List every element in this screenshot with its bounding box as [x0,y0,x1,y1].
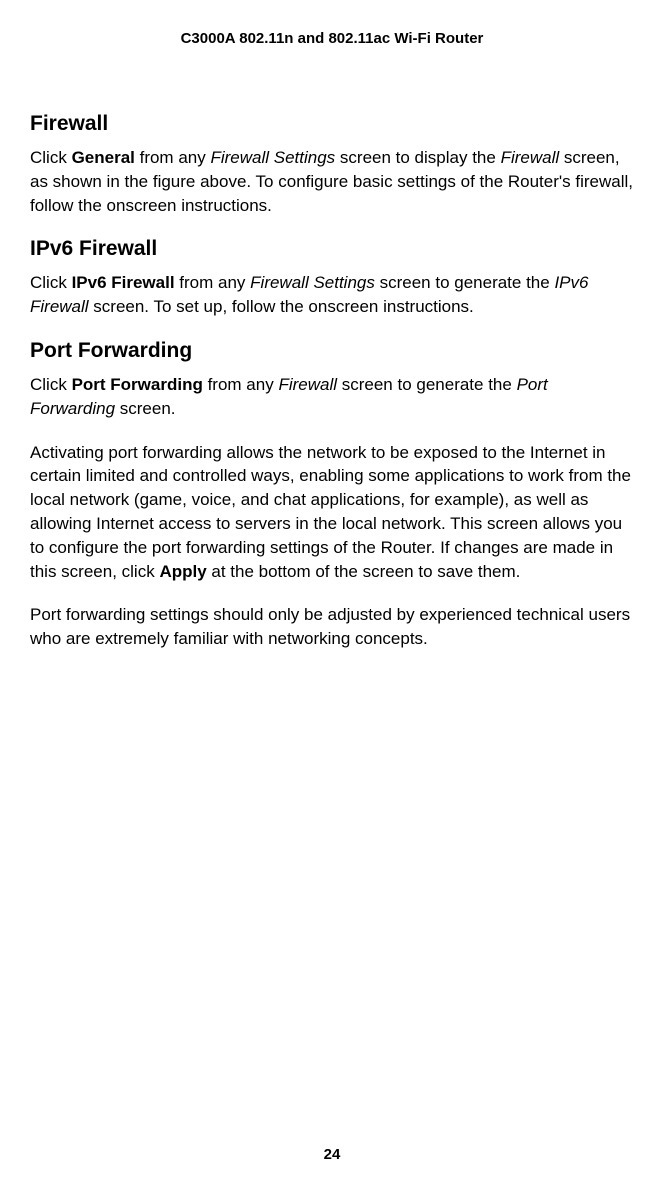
ipv6-firewall-heading: IPv6 Firewall [30,237,634,261]
firewall-paragraph: Click General from any Firewall Settings… [30,146,634,217]
port-forwarding-paragraph-3: Port forwarding settings should only be … [30,603,634,651]
firewall-heading: Firewall [30,112,634,136]
ipv6-firewall-paragraph: Click IPv6 Firewall from any Firewall Se… [30,271,634,319]
page-number: 24 [0,1146,664,1163]
port-forwarding-paragraph-1: Click Port Forwarding from any Firewall … [30,373,634,421]
port-forwarding-heading: Port Forwarding [30,339,634,363]
page-header: C3000A 802.11n and 802.11ac Wi-Fi Router [30,30,634,47]
port-forwarding-paragraph-2: Activating port forwarding allows the ne… [30,441,634,584]
